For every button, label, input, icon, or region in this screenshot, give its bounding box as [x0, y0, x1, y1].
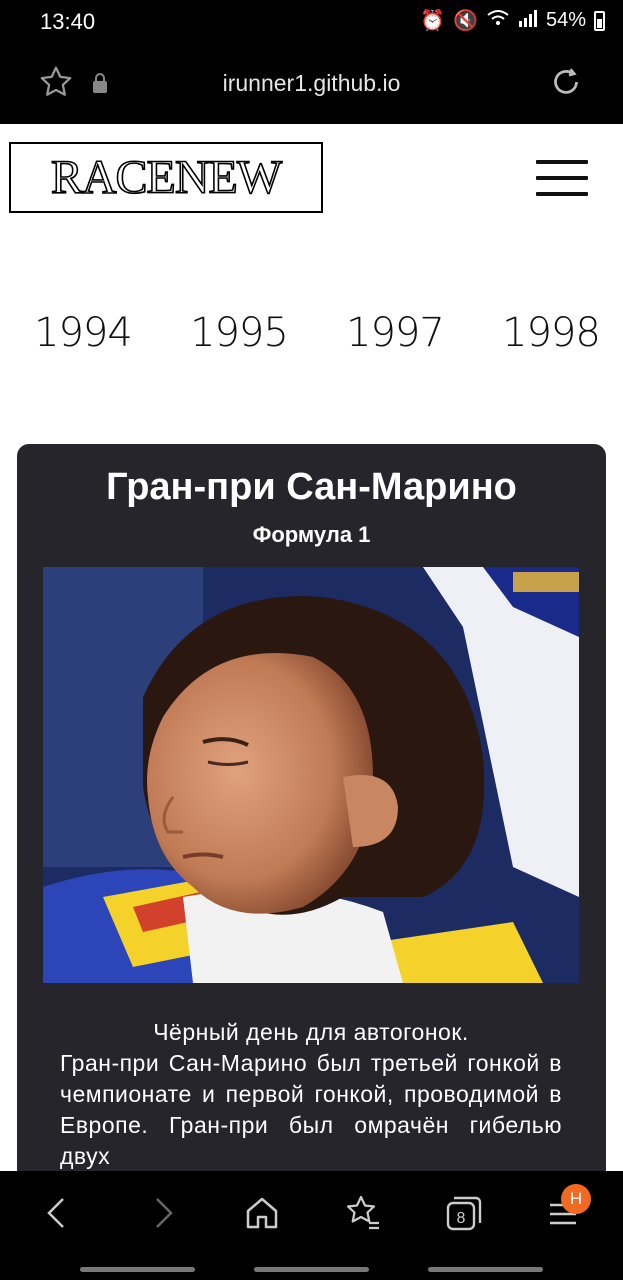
browser-bottom-bar: 8 Н: [0, 1171, 623, 1280]
battery-percent: 54%: [545, 9, 586, 31]
year-link-1994[interactable]: 1994: [34, 310, 133, 356]
url-text[interactable]: irunner1.github.io: [0, 70, 623, 97]
status-bar: 13:40 ⏰ 🔇 54%: [0, 0, 623, 44]
alarm-icon: ⏰: [420, 10, 446, 32]
year-link-1995[interactable]: 1995: [190, 310, 289, 356]
menu-notification-badge: Н: [561, 1184, 591, 1214]
year-nav: 1994 1995 1997 1998: [0, 310, 623, 360]
tabs-icon[interactable]: 8: [443, 1193, 483, 1233]
year-link-1998[interactable]: 1998: [502, 310, 601, 356]
hamburger-menu-icon[interactable]: [536, 160, 588, 196]
wifi-icon: [486, 9, 510, 33]
race-title: Гран-при Сан-Марино: [106, 466, 517, 508]
description-body: Гран-при Сан-Марино был третьей гонкой в…: [60, 1050, 562, 1169]
race-card: Гран-при Сан-Марино Формула 1 Чёрный ден…: [17, 444, 606, 1171]
reload-icon[interactable]: [548, 64, 584, 105]
race-series: Формула 1: [252, 522, 371, 547]
gesture-bar-center: [254, 1267, 369, 1272]
forward-icon[interactable]: [142, 1193, 182, 1233]
gesture-bar-right: [428, 1267, 543, 1272]
signal-icon: [518, 9, 538, 33]
logo-text: RACENEW: [50, 150, 283, 205]
battery-icon: [594, 10, 605, 31]
gesture-bar-left: [80, 1267, 195, 1272]
status-icons: ⏰ 🔇 54%: [420, 8, 605, 33]
back-icon[interactable]: [38, 1193, 78, 1233]
web-page: RACENEW 1994 1995 1997 1998 Гран-при Сан…: [0, 124, 623, 1171]
status-time: 13:40: [40, 9, 96, 34]
driver-photo: [43, 567, 579, 983]
bookmarks-icon[interactable]: [343, 1193, 383, 1233]
description-lead: Чёрный день для автогонок.: [153, 1019, 469, 1045]
browser-url-bar: irunner1.github.io: [0, 44, 623, 124]
mute-icon: 🔇: [453, 10, 478, 32]
site-logo[interactable]: RACENEW: [9, 142, 323, 213]
home-icon[interactable]: [242, 1193, 282, 1233]
tab-count: 8: [457, 1210, 466, 1227]
race-description: Чёрный день для автогонок. Гран-при Сан-…: [60, 1017, 562, 1171]
year-link-1997[interactable]: 1997: [346, 310, 445, 356]
